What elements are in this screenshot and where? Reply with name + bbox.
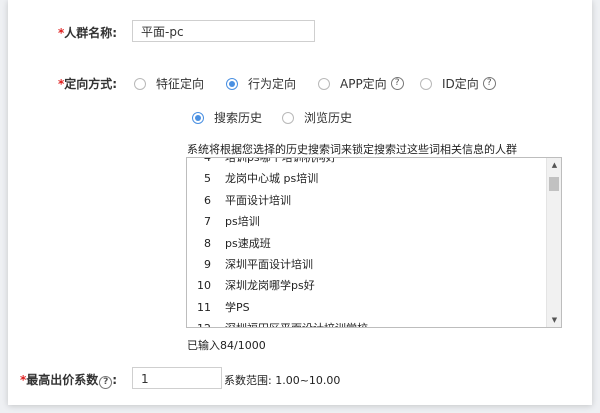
form-card: *人群名称: 平面-pc *定向方式: 特征定向 行为定向 APP定向 ? ID… <box>8 0 592 405</box>
bid-range-hint: 系数范围: 1.00~10.00 <box>224 374 341 387</box>
help-icon[interactable]: ? <box>482 77 496 90</box>
crowd-name-label: *人群名称: <box>58 24 117 41</box>
list-item: 6 平面设计培训 <box>187 190 545 211</box>
help-icon[interactable]: ? <box>99 376 113 389</box>
list-item: 7 ps培训 <box>187 211 545 232</box>
targeting-label-text: 定向方式: <box>64 77 118 91</box>
list-item: 9 深圳平面设计培训 <box>187 254 545 275</box>
option-label: 搜索历史 <box>214 111 263 125</box>
line-number: 12 <box>187 318 211 327</box>
line-number: 4 <box>204 157 211 164</box>
list-item: 11 学PS <box>187 297 545 318</box>
help-icon[interactable]: ? <box>390 77 404 90</box>
keyword-text: 深圳福田区平面设计培训学校 <box>225 318 368 327</box>
list-item: 5 龙岗中心城 ps培训 <box>187 168 545 189</box>
radio-feature-targeting[interactable]: 特征定向 <box>134 75 204 92</box>
list-item: 4 培训ps哪个培训机构好 <box>187 157 545 168</box>
vertical-scrollbar[interactable]: ▲ ▼ <box>546 158 561 327</box>
scroll-up-arrow-icon[interactable]: ▲ <box>547 159 561 171</box>
bid-label: *最高出价系数?: <box>20 371 117 389</box>
keyword-text: 龙岗中心城 ps培训 <box>225 172 319 186</box>
line-number: 8 <box>204 236 211 250</box>
radio-circle[interactable] <box>318 77 330 90</box>
behavior-description: 系统将根据您选择的历史搜索词来锁定搜索过这些词相关信息的人群 <box>187 143 517 156</box>
scroll-down-arrow-icon[interactable]: ▼ <box>547 314 561 326</box>
targeting-label: *定向方式: <box>58 75 117 92</box>
radio-circle[interactable] <box>282 111 294 124</box>
option-label: ID定向 <box>442 77 479 91</box>
keyword-text: ps速成班 <box>225 236 271 250</box>
radio-search-history[interactable]: 搜索历史 <box>192 109 262 126</box>
radio-behavior-targeting[interactable]: 行为定向 <box>226 75 296 92</box>
crowd-name-label-text: 人群名称: <box>64 26 118 40</box>
bid-label-text: 最高出价系数 <box>26 373 99 387</box>
radio-circle[interactable] <box>420 77 432 90</box>
radio-browse-history[interactable]: 浏览历史 <box>282 109 352 126</box>
bid-coefficient-input[interactable]: 1 <box>132 367 222 389</box>
line-number: 10 <box>197 279 211 293</box>
line-number: 5 <box>204 172 211 186</box>
option-label: 浏览历史 <box>304 111 353 125</box>
option-label: APP定向 <box>340 77 387 91</box>
bid-label-colon: : <box>112 373 118 387</box>
keyword-count: 已输入84/1000 <box>187 339 266 352</box>
list-item: 8 ps速成班 <box>187 233 545 254</box>
scroll-thumb[interactable] <box>549 177 559 191</box>
line-number: 6 <box>204 193 211 207</box>
list-item: 10 深圳龙岗哪学ps好 <box>187 275 545 296</box>
radio-app-targeting[interactable]: APP定向 ? <box>318 75 404 92</box>
keyword-text: 深圳龙岗哪学ps好 <box>225 279 315 293</box>
keyword-list: 4 培训ps哪个培训机构好 5 龙岗中心城 ps培训 6 平面设计培训 7 ps培训 8… <box>187 157 545 327</box>
radio-id-targeting[interactable]: ID定向 ? <box>420 75 496 92</box>
keyword-text: 培训ps哪个培训机构好 <box>225 157 337 164</box>
radio-circle-checked[interactable] <box>192 111 204 124</box>
line-number: 11 <box>197 300 211 314</box>
option-label: 行为定向 <box>248 77 297 91</box>
keyword-text: 深圳平面设计培训 <box>225 257 313 271</box>
keyword-textarea[interactable]: 4 培训ps哪个培训机构好 5 龙岗中心城 ps培训 6 平面设计培训 7 ps培训 8… <box>186 157 562 328</box>
radio-circle[interactable] <box>134 77 146 90</box>
line-number: 7 <box>204 215 211 229</box>
keyword-text: 平面设计培训 <box>225 193 291 207</box>
crowd-name-input[interactable]: 平面-pc <box>132 20 315 42</box>
option-label: 特征定向 <box>156 77 205 91</box>
keyword-text: ps培训 <box>225 215 260 229</box>
keyword-text: 学PS <box>225 300 250 314</box>
line-number: 9 <box>204 257 211 271</box>
radio-circle-checked[interactable] <box>226 77 238 90</box>
list-item: 12 深圳福田区平面设计培训学校 <box>187 318 545 327</box>
